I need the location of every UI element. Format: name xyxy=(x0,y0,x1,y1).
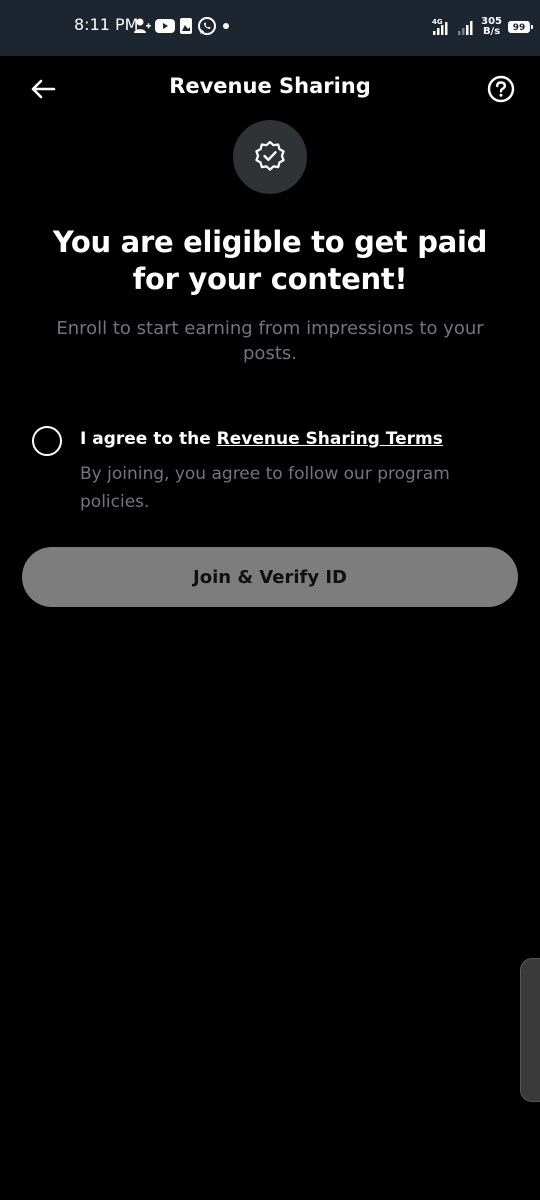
agree-checkbox[interactable] xyxy=(32,426,62,456)
app-header: Revenue Sharing xyxy=(0,56,540,120)
network-speed: 305 B/s xyxy=(481,17,502,37)
question-circle-icon xyxy=(487,75,515,103)
whatsapp-icon xyxy=(198,17,216,35)
youtube-icon xyxy=(155,19,175,33)
more-notifications-dot-icon xyxy=(223,23,229,29)
edge-panel-handle[interactable] xyxy=(520,958,540,1102)
verified-badge-icon xyxy=(255,140,285,171)
signal-icon xyxy=(458,21,473,35)
revenue-sharing-terms-link[interactable]: Revenue Sharing Terms xyxy=(217,429,443,449)
svg-text:4G: 4G xyxy=(432,18,443,26)
agree-label-prefix: I agree to the xyxy=(80,429,211,449)
agree-label: I agree to the Revenue Sharing Terms xyxy=(80,429,443,449)
image-notification-icon xyxy=(180,18,192,34)
battery-level: 99 xyxy=(512,23,526,33)
verified-badge xyxy=(233,120,307,194)
eligibility-subtext: Enroll to start earning from impressions… xyxy=(56,318,484,364)
status-time: 8:11 PM xyxy=(74,15,139,34)
battery-icon: 99 xyxy=(508,21,533,33)
page-title: Revenue Sharing xyxy=(169,74,371,98)
join-verify-id-button[interactable]: Join & Verify ID xyxy=(22,547,518,607)
system-icons: 4G 305 B/s 99 xyxy=(431,14,533,40)
agree-description: By joining, you agree to follow our prog… xyxy=(80,464,450,512)
status-bar: 8:11 PM 4G 305 B/s 99 xyxy=(0,0,540,56)
contact-add-icon xyxy=(134,18,151,33)
eligibility-headline: You are eligible to get paid for your co… xyxy=(52,225,488,296)
help-button[interactable] xyxy=(484,72,518,106)
notification-icons xyxy=(133,15,231,37)
signal-4g-icon: 4G xyxy=(432,18,448,35)
network-speed-unit: B/s xyxy=(482,26,501,37)
